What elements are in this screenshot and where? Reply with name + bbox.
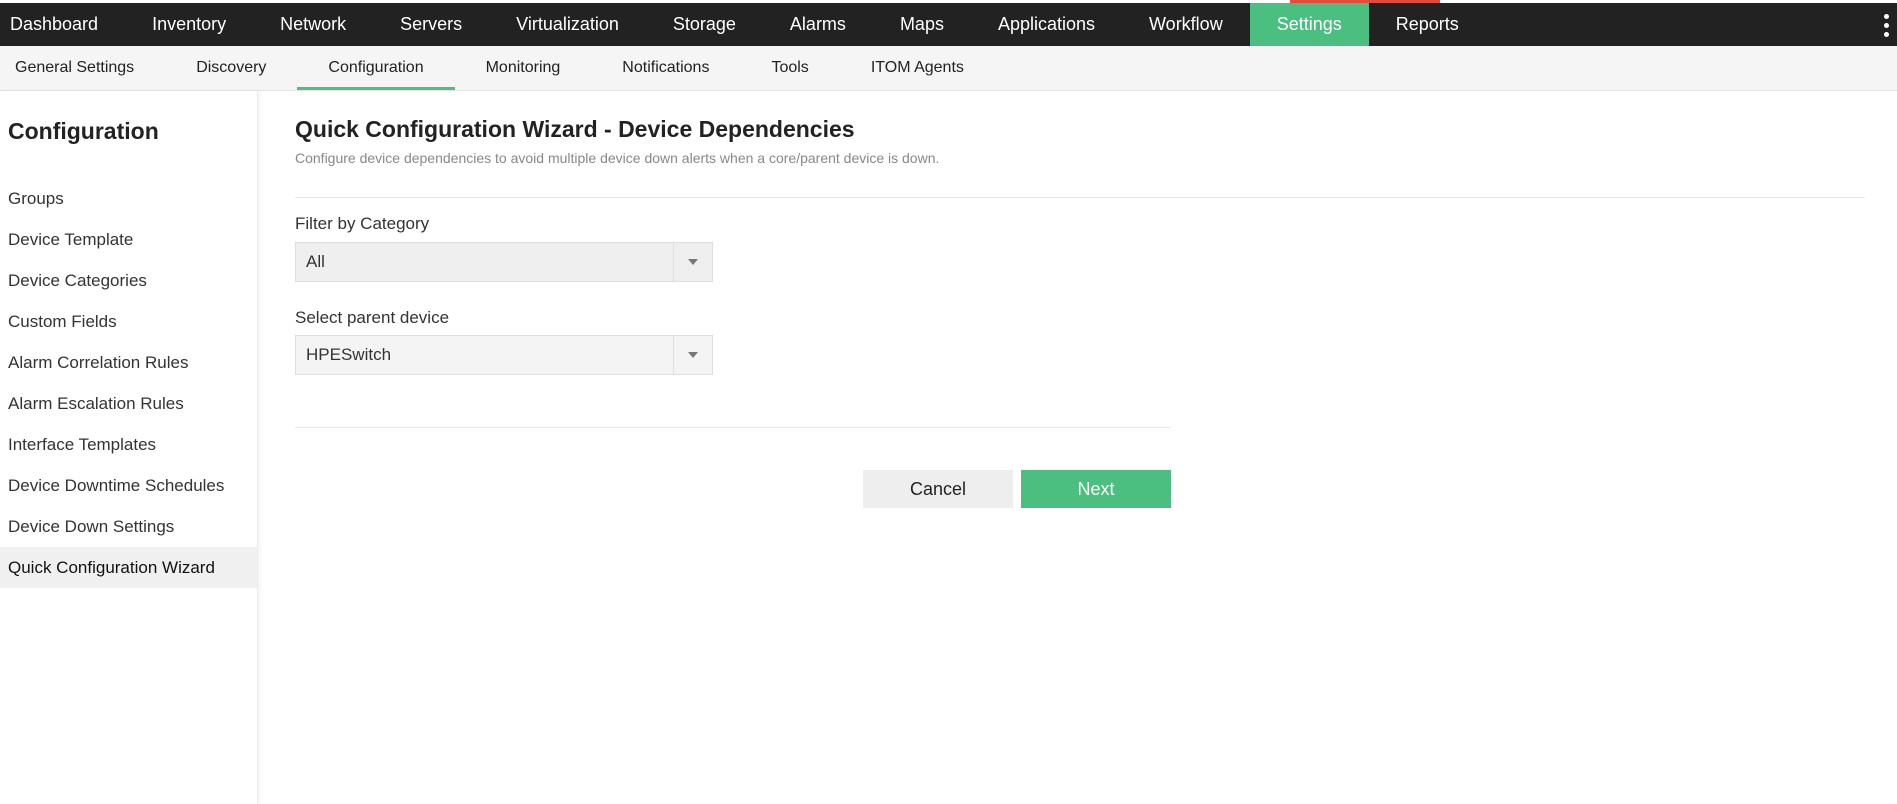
nav-settings[interactable]: Settings bbox=[1249, 3, 1369, 46]
nav-workflow[interactable]: Workflow bbox=[1122, 3, 1250, 46]
filter-category-select[interactable]: All bbox=[295, 242, 713, 282]
tab-itom-agents[interactable]: ITOM Agents bbox=[840, 46, 995, 90]
parent-device-label: Select parent device bbox=[295, 308, 450, 327]
parent-device-select[interactable]: HPESwitch bbox=[295, 335, 713, 375]
tab-discovery[interactable]: Discovery bbox=[165, 46, 297, 90]
tab-tools[interactable]: Tools bbox=[740, 46, 839, 90]
nav-storage[interactable]: Storage bbox=[646, 3, 763, 46]
nav-network[interactable]: Network bbox=[253, 3, 373, 46]
divider bbox=[295, 427, 1170, 428]
sidebar-item-interface-templates[interactable]: Interface Templates bbox=[0, 424, 257, 465]
chevron-down-icon[interactable] bbox=[673, 336, 712, 374]
tab-configuration[interactable]: Configuration bbox=[297, 46, 455, 90]
nav-reports[interactable]: Reports bbox=[1369, 3, 1486, 46]
nav-dashboard[interactable]: Dashboard bbox=[0, 3, 125, 46]
parent-device-value: HPESwitch bbox=[306, 345, 392, 364]
chevron-down-icon[interactable] bbox=[673, 243, 712, 281]
sidebar: Configuration Groups Device Template Dev… bbox=[0, 91, 258, 804]
nav-maps[interactable]: Maps bbox=[873, 3, 971, 46]
nav-inventory[interactable]: Inventory bbox=[125, 3, 253, 46]
sidebar-item-alarm-escalation-rules[interactable]: Alarm Escalation Rules bbox=[0, 383, 257, 424]
nav-applications[interactable]: Applications bbox=[971, 3, 1122, 46]
main-nav: Dashboard Inventory Network Servers Virt… bbox=[0, 3, 1897, 46]
next-button[interactable]: Next bbox=[1021, 470, 1171, 508]
sidebar-item-device-downtime-schedules[interactable]: Device Downtime Schedules bbox=[0, 465, 257, 506]
sub-nav: General Settings Discovery Configuration… bbox=[0, 46, 1897, 91]
main-content: Quick Configuration Wizard - Device Depe… bbox=[295, 91, 1865, 508]
tab-general-settings[interactable]: General Settings bbox=[0, 46, 165, 90]
sidebar-item-device-down-settings[interactable]: Device Down Settings bbox=[0, 506, 257, 547]
nav-virtualization[interactable]: Virtualization bbox=[489, 3, 646, 46]
sidebar-item-quick-configuration-wizard[interactable]: Quick Configuration Wizard bbox=[0, 547, 257, 588]
sidebar-title: Configuration bbox=[8, 118, 159, 144]
cancel-button[interactable]: Cancel bbox=[863, 470, 1013, 508]
sidebar-item-alarm-correlation-rules[interactable]: Alarm Correlation Rules bbox=[0, 342, 257, 383]
divider bbox=[295, 197, 1865, 198]
page-subtitle: Configure device dependencies to avoid m… bbox=[295, 150, 940, 166]
kebab-menu-icon[interactable] bbox=[1879, 9, 1893, 41]
sidebar-item-custom-fields[interactable]: Custom Fields bbox=[0, 301, 257, 342]
sidebar-item-device-categories[interactable]: Device Categories bbox=[0, 260, 257, 301]
tab-notifications[interactable]: Notifications bbox=[591, 46, 740, 90]
tab-monitoring[interactable]: Monitoring bbox=[455, 46, 592, 90]
page-title: Quick Configuration Wizard - Device Depe… bbox=[295, 116, 855, 142]
sidebar-item-groups[interactable]: Groups bbox=[0, 178, 257, 219]
filter-category-label: Filter by Category bbox=[295, 214, 430, 233]
filter-category-value: All bbox=[306, 252, 325, 271]
nav-servers[interactable]: Servers bbox=[373, 3, 489, 46]
sidebar-item-device-template[interactable]: Device Template bbox=[0, 219, 257, 260]
nav-alarms[interactable]: Alarms bbox=[763, 3, 873, 46]
